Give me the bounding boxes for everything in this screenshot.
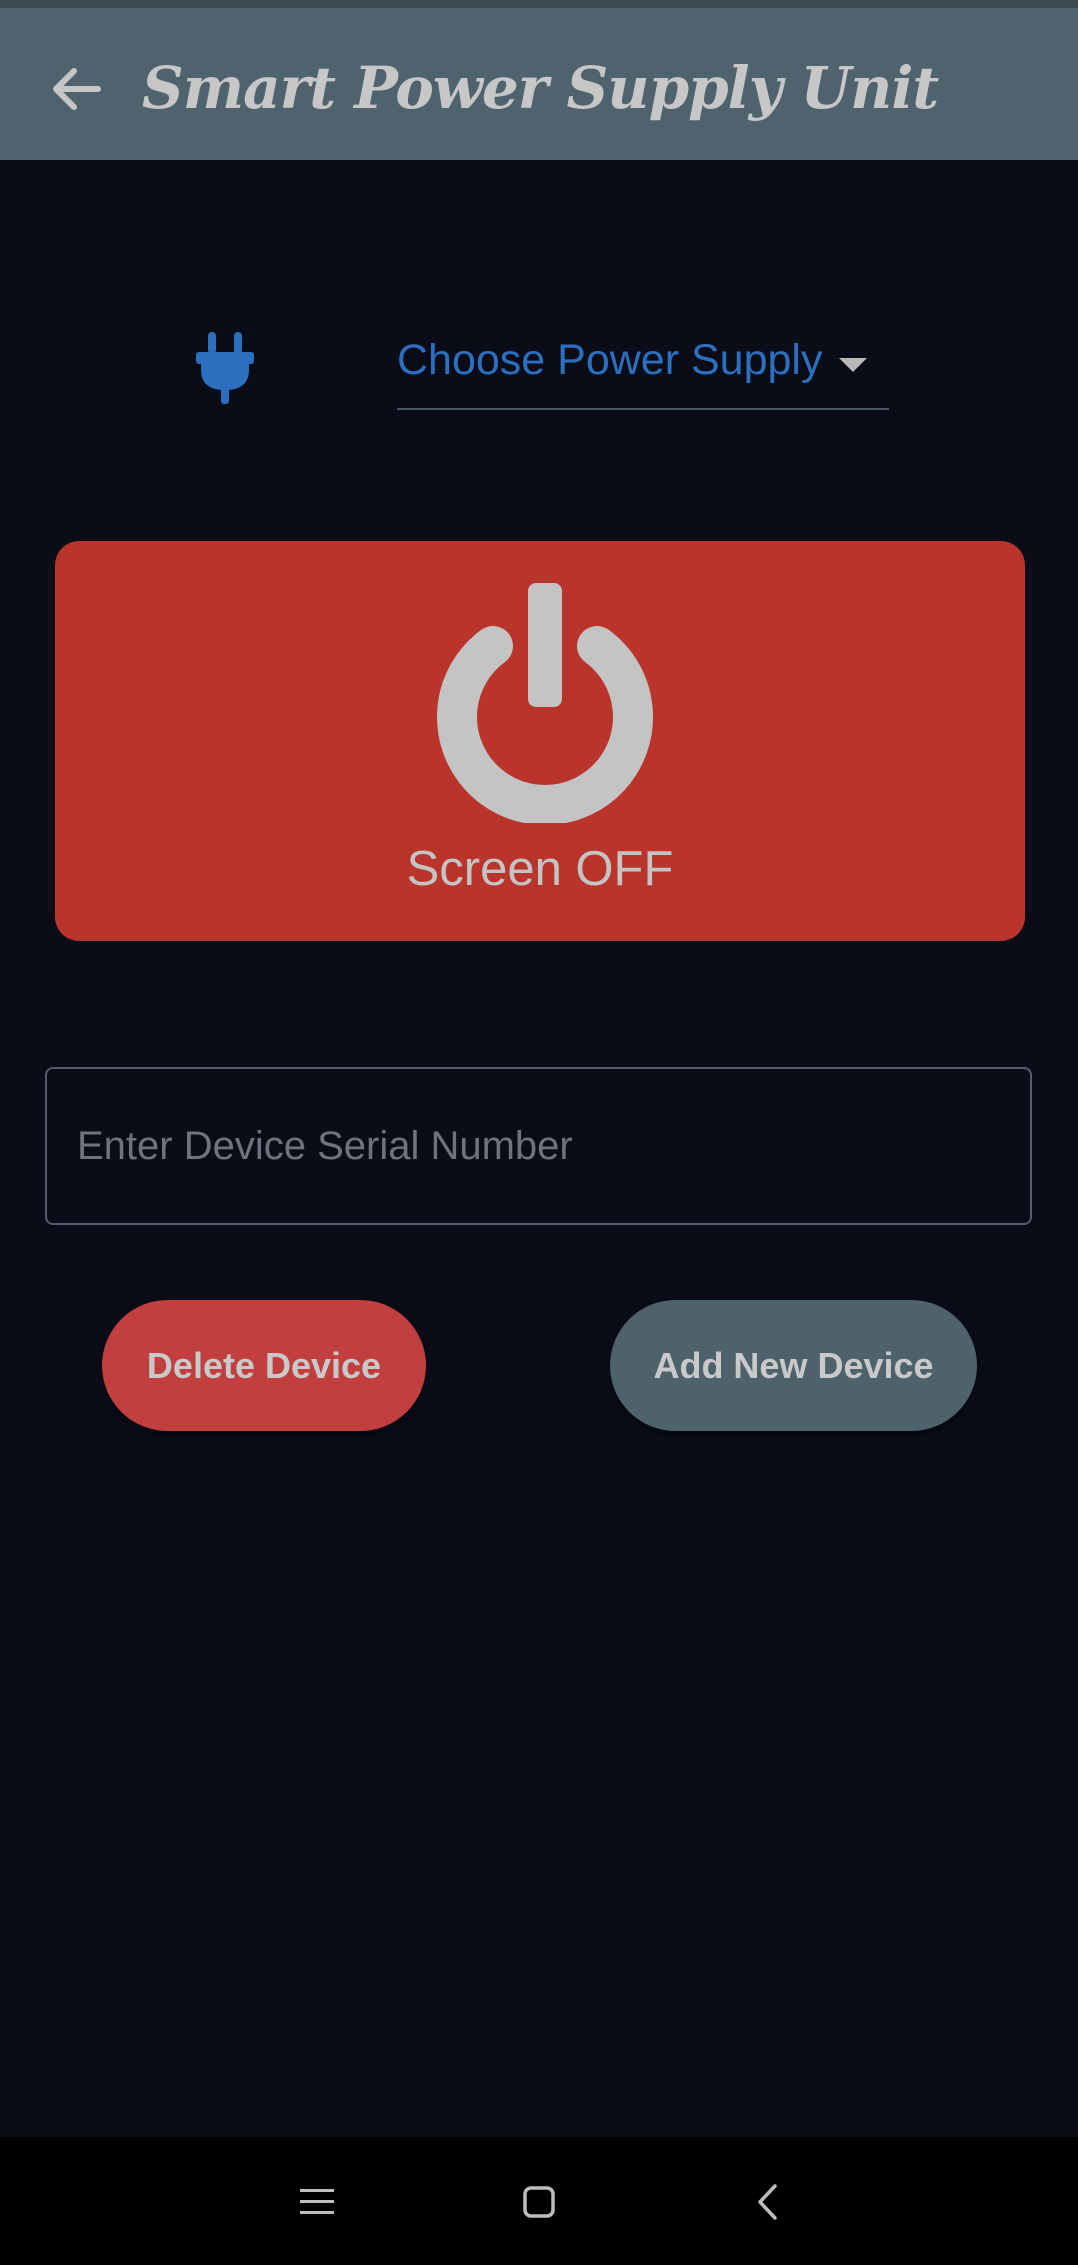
status-bar-strip [0,0,1078,8]
power-icon [437,583,653,823]
power-supply-dropdown-label: Choose Power Supply [397,336,823,384]
app-bar: Smart Power Supply Unit [0,8,1078,160]
recents-button[interactable] [282,2167,352,2237]
delete-device-button[interactable]: Delete Device [102,1300,426,1431]
square-icon [523,2186,555,2218]
home-button[interactable] [504,2167,574,2237]
chevron-left-icon [758,2184,777,2220]
power-toggle-button[interactable]: Screen OFF [55,541,1025,941]
arrow-left-icon [53,68,101,110]
serial-number-input[interactable] [45,1067,1032,1225]
add-device-button[interactable]: Add New Device [610,1300,977,1431]
power-status-label: Screen OFF [406,842,674,896]
back-button[interactable] [40,53,112,125]
system-back-button[interactable] [732,2167,802,2237]
plug-icon [196,332,254,404]
app-title: Smart Power Supply Unit [141,54,939,122]
system-navigation-bar [0,2137,1078,2265]
caret-down-icon [839,358,867,372]
power-supply-dropdown[interactable]: Choose Power Supply [397,330,889,410]
menu-icon [300,2189,334,2214]
